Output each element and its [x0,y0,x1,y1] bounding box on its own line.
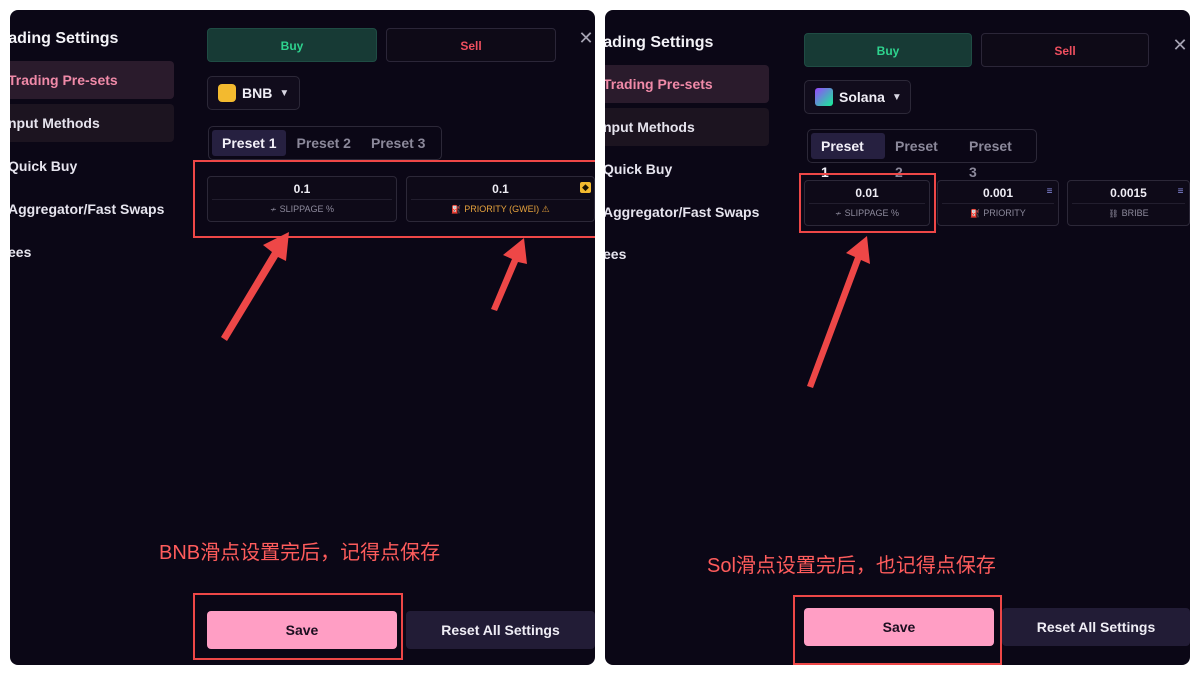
sidebar-item-fees[interactable]: ees [10,233,174,271]
reset-all-settings-button[interactable]: Reset All Settings [406,611,595,649]
tab-preset-1[interactable]: Preset 1 [212,130,287,156]
sidebar-item-quick-buy[interactable]: Quick Buy [10,147,174,185]
save-button[interactable]: Save [804,608,994,646]
sidebar-title: rading Settings [605,34,714,51]
chain-select[interactable]: BNB ▼ [207,76,300,110]
reset-all-settings-button[interactable]: Reset All Settings [1002,608,1190,646]
chain-name: Solana [839,89,885,105]
bribe-label: ⛓ BRIBE [1108,208,1149,218]
chain-name: BNB [242,85,273,101]
trading-settings-panel-bnb: rading Settings Trading Pre-sets nput Me… [10,10,595,665]
annotation-note: Sol滑点设置完后，也记得点保存 [707,555,996,577]
priority-value: 0.001 [982,186,1014,200]
chain-select[interactable]: Solana ▼ [804,80,911,114]
chevron-down-icon: ▼ [279,87,290,99]
close-icon[interactable]: ✕ [578,29,594,47]
priority-label: ⛽ PRIORITY [970,208,1026,218]
sidebar-item-trading-presets[interactable]: Trading Pre-sets [605,65,769,103]
annotation-note: BNB滑点设置完后，记得点保存 [159,542,441,564]
sidebar-item-trading-presets[interactable]: Trading Pre-sets [10,61,174,99]
tab-preset-3[interactable]: Preset 3 [361,130,435,156]
trading-settings-panel-solana: rading Settings Trading Pre-sets nput Me… [605,10,1190,665]
bribe-value: 0.0015 [1110,186,1147,200]
settings-sidebar: rading Settings Trading Pre-sets nput Me… [10,10,190,665]
bnb-icon [218,84,236,102]
tab-preset-3[interactable]: Preset 3 [959,133,1033,180]
close-icon[interactable]: ✕ [1172,36,1188,54]
sidebar-item-aggregator[interactable]: Aggregator/Fast Swaps [605,193,769,231]
tab-preset-1[interactable]: Preset 1 [811,133,885,180]
priority-field[interactable]: ≡ 0.001 ⛽ PRIORITY [937,180,1059,226]
sell-tab-button[interactable]: Sell [386,28,556,62]
sidebar-item-input-methods[interactable]: nput Methods [605,108,769,146]
link-icon: ⛓ [1108,209,1119,218]
sell-tab-button[interactable]: Sell [981,33,1149,67]
tab-preset-2[interactable]: Preset 2 [885,133,959,180]
sidebar-title: rading Settings [10,30,119,47]
annotation-box-fields [193,160,595,238]
sidebar-item-input-methods[interactable]: nput Methods [10,104,174,142]
buy-tab-button[interactable]: Buy [804,33,972,67]
annotation-box-slippage [799,173,936,233]
solana-icon [815,88,833,106]
save-button[interactable]: Save [207,611,397,649]
buy-tab-button[interactable]: Buy [207,28,377,62]
sidebar-item-quick-buy[interactable]: Quick Buy [605,150,769,188]
bribe-field[interactable]: ≡ 0.0015 ⛓ BRIBE [1067,180,1190,226]
chevron-down-icon: ▼ [891,91,902,103]
preset-tabs: Preset 1 Preset 2 Preset 3 [208,126,442,160]
tab-preset-2[interactable]: Preset 2 [286,130,360,156]
sidebar-item-fees[interactable]: ees [605,235,769,273]
preset-tabs: Preset 1 Preset 2 Preset 3 [807,129,1037,180]
fuel-icon: ⛽ [970,209,981,218]
sidebar-item-aggregator[interactable]: Aggregator/Fast Swaps [10,190,174,228]
